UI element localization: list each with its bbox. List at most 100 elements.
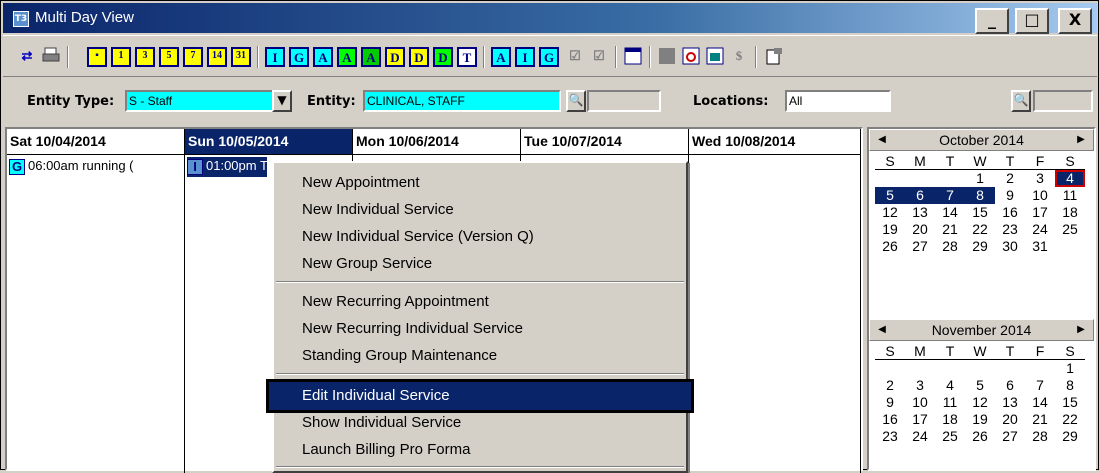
calendar-day[interactable]: 16 bbox=[875, 411, 905, 428]
view-1-day-button[interactable]: 1 bbox=[111, 47, 131, 67]
show-i-button[interactable]: I bbox=[515, 47, 535, 67]
calendar-day[interactable]: 15 bbox=[965, 204, 995, 221]
calendar-day[interactable]: 6 bbox=[905, 187, 935, 204]
day-column[interactable] bbox=[689, 155, 861, 473]
day-column[interactable] bbox=[7, 155, 185, 473]
calendar-day[interactable]: 2 bbox=[995, 170, 1025, 187]
view-7-day-button[interactable]: 7 bbox=[183, 47, 203, 67]
calendar-day[interactable]: 11 bbox=[1055, 187, 1085, 204]
calendar-day[interactable]: 26 bbox=[875, 238, 905, 255]
locations-field[interactable]: All bbox=[785, 90, 891, 112]
calendar-day[interactable]: 6 bbox=[995, 377, 1025, 394]
calendar-day[interactable]: 19 bbox=[965, 411, 995, 428]
menu-item-new-individual-service[interactable]: New Individual Service bbox=[302, 198, 454, 222]
calendar-day[interactable]: 23 bbox=[995, 221, 1025, 238]
calendar-day[interactable]: 5 bbox=[965, 377, 995, 394]
day-header-selected[interactable]: Sun 10/05/2014 bbox=[185, 129, 353, 155]
calendar-day[interactable]: 12 bbox=[965, 394, 995, 411]
filter-d-button[interactable]: D bbox=[385, 47, 405, 67]
calendar-day[interactable]: 7 bbox=[935, 187, 965, 204]
menu-item-edit-individual-service[interactable]: Edit Individual Service bbox=[302, 384, 450, 408]
calendar-day[interactable]: 17 bbox=[905, 411, 935, 428]
calendar-day[interactable]: 4 bbox=[935, 377, 965, 394]
calendar-day[interactable]: 4 bbox=[1055, 170, 1085, 187]
next-month-icon[interactable]: ▶ bbox=[1073, 130, 1089, 150]
close-button[interactable]: X bbox=[1058, 8, 1092, 34]
filter-g-button[interactable]: G bbox=[289, 47, 309, 67]
calendar-day[interactable]: 25 bbox=[1055, 221, 1085, 238]
view-31-day-button[interactable]: 31 bbox=[231, 47, 251, 67]
calendar-day[interactable]: 26 bbox=[965, 428, 995, 445]
menu-item-new-individual-service-q[interactable]: New Individual Service (Version Q) bbox=[302, 225, 534, 249]
locations-search-icon[interactable]: 🔍 bbox=[1011, 90, 1031, 112]
refresh-icon[interactable]: ⇄ bbox=[17, 47, 37, 67]
menu-item-new-appointment[interactable]: New Appointment bbox=[302, 171, 420, 195]
appointment-item[interactable]: G 06:00am running ( bbox=[9, 157, 183, 177]
day-header[interactable]: Tue 10/07/2014 bbox=[521, 129, 689, 155]
check-icon[interactable]: ☑ bbox=[589, 47, 609, 67]
calendar-day[interactable]: 30 bbox=[995, 238, 1025, 255]
calendar-day[interactable]: 9 bbox=[995, 187, 1025, 204]
entity-search-icon[interactable]: 🔍 bbox=[566, 90, 586, 112]
calendar-day[interactable]: 11 bbox=[935, 394, 965, 411]
calendar-day[interactable]: 18 bbox=[1055, 204, 1085, 221]
filter-d2-button[interactable]: D bbox=[409, 47, 429, 67]
calendar-day[interactable]: 3 bbox=[1025, 170, 1055, 187]
properties-icon[interactable] bbox=[765, 47, 785, 67]
show-a-button[interactable]: A bbox=[491, 47, 511, 67]
day-header[interactable]: Sat 10/04/2014 bbox=[7, 129, 185, 155]
calendar-day[interactable]: 13 bbox=[995, 394, 1025, 411]
appointment-item-selected[interactable]: I01:00pm TEST, TE bbox=[187, 157, 267, 177]
filter-a-green-button[interactable]: A bbox=[337, 47, 357, 67]
calendar-day[interactable]: 1 bbox=[965, 170, 995, 187]
menu-item-new-recurring-individual-service[interactable]: New Recurring Individual Service bbox=[302, 317, 523, 341]
calendar-day[interactable]: 31 bbox=[1025, 238, 1055, 255]
day-header[interactable]: Wed 10/08/2014 bbox=[689, 129, 861, 155]
calendar-day[interactable]: 17 bbox=[1025, 204, 1055, 221]
calendar-day[interactable]: 10 bbox=[1025, 187, 1055, 204]
menu-item-new-group-service[interactable]: New Group Service bbox=[302, 252, 432, 276]
calendar-day[interactable]: 10 bbox=[905, 394, 935, 411]
billing-icon[interactable]: $ bbox=[729, 47, 749, 67]
menu-item-new-recurring-appointment[interactable]: New Recurring Appointment bbox=[302, 290, 489, 314]
menu-item-show-individual-service[interactable]: Show Individual Service bbox=[302, 411, 461, 435]
calendar-day[interactable]: 20 bbox=[905, 221, 935, 238]
calendar-day[interactable]: 8 bbox=[1055, 377, 1085, 394]
prev-month-icon[interactable]: ◀ bbox=[874, 320, 890, 340]
calendar-day[interactable]: 29 bbox=[965, 238, 995, 255]
view-5-day-button[interactable]: 5 bbox=[159, 47, 179, 67]
maximize-button[interactable]: □ bbox=[1015, 8, 1049, 34]
filter-t-button[interactable]: T bbox=[457, 47, 477, 67]
calendar-day[interactable]: 7 bbox=[1025, 377, 1055, 394]
block-icon[interactable] bbox=[657, 47, 677, 67]
calendar-day[interactable]: 2 bbox=[875, 377, 905, 394]
calendar-day[interactable]: 1 bbox=[1055, 360, 1085, 377]
calendar-day[interactable]: 28 bbox=[935, 238, 965, 255]
day-view-icon[interactable]: ▪ bbox=[87, 47, 107, 67]
title-bar[interactable]: T3 Multi Day View _ □ X bbox=[3, 3, 1097, 34]
calendar-day[interactable]: 3 bbox=[905, 377, 935, 394]
next-month-icon[interactable]: ▶ bbox=[1073, 320, 1089, 340]
menu-item-standing-group-maintenance[interactable]: Standing Group Maintenance bbox=[302, 344, 497, 368]
entity-type-select[interactable]: S - Staff bbox=[125, 90, 275, 112]
calendar-day[interactable]: 8 bbox=[965, 187, 995, 204]
calendar-day[interactable]: 16 bbox=[995, 204, 1025, 221]
entity-field[interactable]: CLINICAL, STAFF bbox=[363, 90, 561, 112]
calendar-day[interactable]: 21 bbox=[935, 221, 965, 238]
search-calendar-icon[interactable] bbox=[681, 47, 701, 67]
calendar-day[interactable]: 28 bbox=[1025, 428, 1055, 445]
calendar-day[interactable]: 19 bbox=[875, 221, 905, 238]
calendar-day[interactable]: 12 bbox=[875, 204, 905, 221]
calendar-day[interactable]: 15 bbox=[1055, 394, 1085, 411]
day-header[interactable]: Mon 10/06/2014 bbox=[353, 129, 521, 155]
show-g-button[interactable]: G bbox=[539, 47, 559, 67]
filter-a-button[interactable]: A bbox=[313, 47, 333, 67]
grid-view-icon[interactable] bbox=[623, 47, 643, 67]
calendar-day[interactable]: 24 bbox=[1025, 221, 1055, 238]
view-14-day-button[interactable]: 14 bbox=[207, 47, 227, 67]
calendar-day[interactable]: 9 bbox=[875, 394, 905, 411]
schedule-icon[interactable] bbox=[705, 47, 725, 67]
prev-month-icon[interactable]: ◀ bbox=[874, 130, 890, 150]
calendar-day[interactable]: 21 bbox=[1025, 411, 1055, 428]
entity-type-dropdown-icon[interactable]: ▼ bbox=[272, 90, 292, 112]
